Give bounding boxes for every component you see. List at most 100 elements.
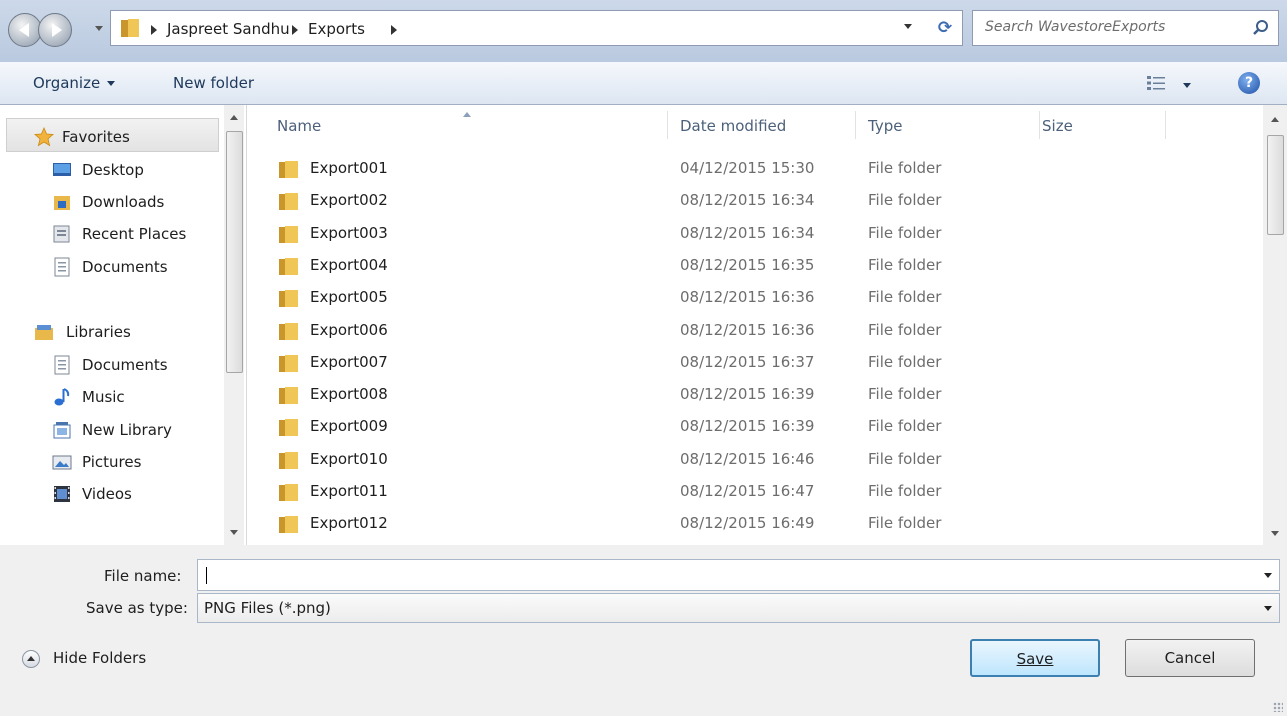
resize-grip[interactable] xyxy=(1273,702,1283,712)
file-row[interactable]: Export005 08/12/2015 16:36 File folder xyxy=(247,282,1247,314)
scroll-up-icon[interactable] xyxy=(1271,117,1279,122)
file-date-modified: 08/12/2015 16:36 xyxy=(680,288,815,307)
hide-folders-label: Hide Folders xyxy=(53,649,147,667)
nav-pictures-label: Pictures xyxy=(82,453,142,471)
music-icon xyxy=(54,388,70,406)
file-list-scrollbar-thumb[interactable] xyxy=(1267,135,1284,235)
save-button[interactable]: Save xyxy=(970,639,1100,677)
folder-icon xyxy=(279,354,298,372)
folder-icon xyxy=(279,257,298,275)
breadcrumb-separator-icon[interactable] xyxy=(292,25,298,35)
navigation-pane: Favorites Desktop Downloads Recent Place… xyxy=(0,105,247,545)
file-name: Export001 xyxy=(310,159,388,177)
file-row[interactable]: Export002 08/12/2015 16:34 File folder xyxy=(247,185,1247,217)
file-name: Export012 xyxy=(310,514,388,533)
file-row[interactable]: Export009 08/12/2015 16:39 File folder xyxy=(247,411,1247,443)
breadcrumb-exports[interactable]: Exports xyxy=(308,18,365,40)
documents-icon xyxy=(54,257,70,277)
file-name-input[interactable] xyxy=(197,559,1280,591)
text-cursor xyxy=(206,567,207,584)
forward-arrow-icon xyxy=(52,23,62,37)
breadcrumb-separator-icon[interactable] xyxy=(151,25,157,35)
chevron-down-icon xyxy=(107,81,116,86)
documents-icon xyxy=(54,355,70,375)
file-type: File folder xyxy=(868,385,942,404)
file-type: File folder xyxy=(868,223,942,242)
nav-scrollbar-thumb[interactable] xyxy=(226,131,243,373)
chevron-down-icon[interactable] xyxy=(1264,573,1272,578)
nav-desktop-label: Desktop xyxy=(82,161,144,179)
file-list: Name Date modified Type Size Export001 04… xyxy=(247,105,1287,545)
folder-icon xyxy=(121,19,139,37)
nav-scrollbar[interactable] xyxy=(224,105,244,545)
scroll-down-icon[interactable] xyxy=(1271,531,1279,536)
column-header-size[interactable]: Size xyxy=(1042,117,1073,135)
refresh-icon[interactable]: ⟳ xyxy=(928,11,962,45)
file-row[interactable]: Export007 08/12/2015 16:37 File folder xyxy=(247,347,1247,379)
column-divider[interactable] xyxy=(1039,111,1040,139)
search-icon[interactable] xyxy=(1252,19,1270,37)
column-header-type[interactable]: Type xyxy=(868,117,902,135)
file-date-modified: 08/12/2015 16:37 xyxy=(680,352,815,371)
cancel-button[interactable]: Cancel xyxy=(1125,639,1255,677)
column-header-name[interactable]: Name xyxy=(277,117,321,135)
folder-icon xyxy=(279,484,298,501)
file-date-modified: 08/12/2015 16:49 xyxy=(680,514,815,533)
folder-icon xyxy=(279,516,298,534)
back-button[interactable] xyxy=(8,13,42,47)
recent-places-icon xyxy=(53,225,70,243)
file-name: Export004 xyxy=(310,255,388,274)
organize-menu[interactable]: Organize xyxy=(33,74,116,92)
file-date-modified: 08/12/2015 16:39 xyxy=(680,385,815,404)
file-date-modified: 08/12/2015 16:34 xyxy=(680,223,815,242)
file-row[interactable]: Export012 08/12/2015 16:49 File folder xyxy=(247,508,1247,540)
file-row[interactable]: Export004 08/12/2015 16:35 File folder xyxy=(247,250,1247,282)
file-row[interactable]: Export010 08/12/2015 16:46 File folder xyxy=(247,444,1247,476)
file-date-modified: 08/12/2015 16:34 xyxy=(680,191,815,210)
column-divider[interactable] xyxy=(855,111,856,139)
file-name: Export005 xyxy=(310,288,388,307)
file-name: Export007 xyxy=(310,352,388,371)
folder-icon xyxy=(279,387,298,405)
column-divider[interactable] xyxy=(1165,111,1166,139)
view-options-dropdown[interactable] xyxy=(1183,83,1191,88)
address-history-dropdown[interactable] xyxy=(904,24,912,29)
file-date-modified: 08/12/2015 16:35 xyxy=(680,255,815,274)
file-row[interactable]: Export001 04/12/2015 15:30 File folder xyxy=(247,153,1247,185)
file-name: Export002 xyxy=(310,191,388,210)
folder-icon xyxy=(279,290,298,308)
forward-button[interactable] xyxy=(38,13,72,47)
column-header-date-modified[interactable]: Date modified xyxy=(680,117,786,135)
help-icon[interactable]: ? xyxy=(1238,72,1260,94)
file-name: Export008 xyxy=(310,385,388,404)
breadcrumb-separator-icon[interactable] xyxy=(391,25,397,35)
address-bar[interactable]: Jaspreet Sandhu Exports xyxy=(110,10,963,46)
file-type: File folder xyxy=(868,255,942,274)
file-row[interactable]: Export008 08/12/2015 16:39 File folder xyxy=(247,379,1247,411)
save-form: File name: Save as type: PNG Files (*.pn… xyxy=(0,545,1287,716)
breadcrumb-jaspreet-sandhu[interactable]: Jaspreet Sandhu xyxy=(167,18,290,40)
scroll-down-icon[interactable] xyxy=(230,530,238,535)
organize-label: Organize xyxy=(33,74,101,92)
file-row[interactable]: Export006 08/12/2015 16:36 File folder xyxy=(247,315,1247,347)
search-box[interactable]: Search WavestoreExports xyxy=(972,10,1279,46)
downloads-icon xyxy=(54,196,70,210)
folder-icon xyxy=(279,225,298,243)
column-divider[interactable] xyxy=(667,111,668,139)
nav-videos-label: Videos xyxy=(82,485,132,503)
new-folder-button[interactable]: New folder xyxy=(173,74,254,92)
file-row[interactable]: Export011 08/12/2015 16:47 File folder xyxy=(247,476,1247,508)
file-list-scrollbar[interactable] xyxy=(1263,105,1287,545)
libraries-icon xyxy=(35,325,53,340)
nav-libraries-label: Libraries xyxy=(66,323,131,341)
star-icon xyxy=(34,127,54,147)
folder-icon xyxy=(279,419,298,437)
folder-icon xyxy=(279,161,298,178)
change-view-icon[interactable] xyxy=(1147,75,1165,91)
scroll-up-icon[interactable] xyxy=(230,115,238,120)
file-row[interactable]: Export003 08/12/2015 16:34 File folder xyxy=(247,218,1247,250)
search-placeholder: Search WavestoreExports xyxy=(985,19,1166,35)
save-as-type-select[interactable]: PNG Files (*.png) xyxy=(197,593,1280,623)
recent-pages-dropdown[interactable] xyxy=(95,26,103,31)
chevron-down-icon[interactable] xyxy=(1264,606,1272,611)
